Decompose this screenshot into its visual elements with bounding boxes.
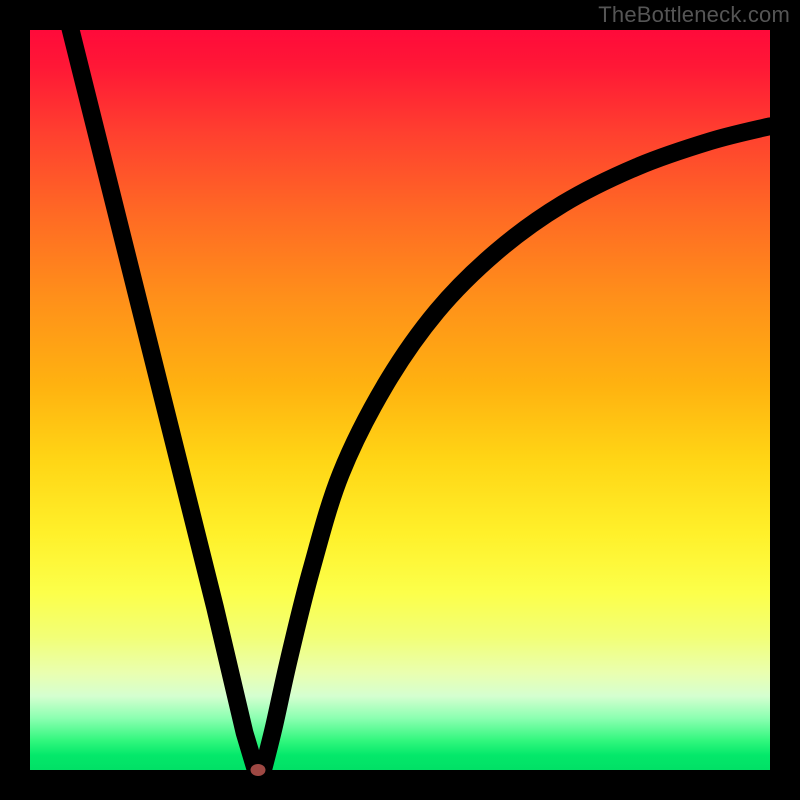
vertex-marker-dot — [250, 764, 265, 776]
curve-left-segment — [67, 15, 256, 770]
chart-stage: TheBottleneck.com — [0, 0, 800, 800]
curve-right-segment — [263, 126, 770, 770]
plot-area — [30, 30, 770, 770]
watermark-text: TheBottleneck.com — [598, 2, 790, 28]
curve-svg — [30, 30, 770, 770]
